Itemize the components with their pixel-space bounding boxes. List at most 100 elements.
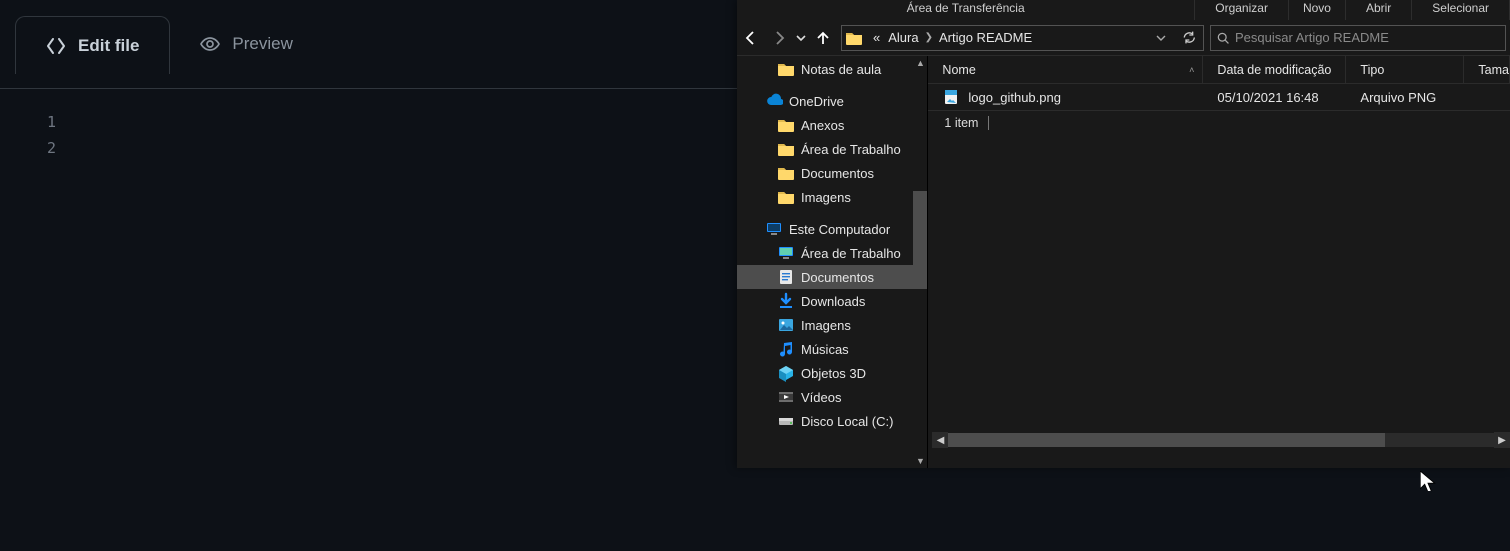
sort-caret-icon: ˄ [1189, 65, 1194, 75]
nav-item-area-trabalho-od[interactable]: Área de Trabalho [737, 137, 927, 161]
pc-icon [765, 220, 783, 238]
nav-item-musicas[interactable]: Músicas [737, 337, 927, 361]
nav-recent-button[interactable] [793, 24, 809, 52]
scroll-down-button[interactable]: ▼ [913, 454, 927, 468]
document-icon [777, 268, 795, 286]
nav-label: Área de Trabalho [801, 142, 901, 157]
file-explorer-window: Área de Transferência Organizar Novo Abr… [737, 0, 1510, 468]
nav-item-area-trabalho-pc[interactable]: Área de Trabalho [737, 241, 927, 265]
chevron-down-icon [796, 33, 806, 43]
video-icon [777, 388, 795, 406]
eye-icon [200, 34, 220, 54]
address-bar-row: « Alura ❯ Artigo README Pesquisar Artigo… [737, 20, 1510, 56]
cloud-icon [765, 92, 783, 110]
search-input[interactable]: Pesquisar Artigo README [1210, 25, 1506, 51]
ribbon-group-labels: Área de Transferência Organizar Novo Abr… [737, 0, 1510, 20]
nav-item-documentos-pc[interactable]: Documentos [737, 265, 927, 289]
tab-label: Preview [232, 34, 292, 54]
file-type: Arquivo PNG [1346, 90, 1464, 105]
code-icon [46, 36, 66, 56]
file-date: 05/10/2021 16:48 [1203, 90, 1346, 105]
chevron-right-icon: ❯ [923, 32, 935, 43]
hscroll-track[interactable] [948, 433, 1494, 447]
column-header-size[interactable]: Tama [1464, 56, 1510, 83]
navigation-pane: ▲ Notas de aula OneDrive Anexos Área [737, 56, 928, 468]
tab-preview[interactable]: Preview [170, 15, 322, 73]
nav-item-anexos[interactable]: Anexos [737, 113, 927, 137]
line-number: 1 [0, 113, 80, 131]
address-bar[interactable]: « Alura ❯ Artigo README [841, 25, 1204, 51]
line-number: 2 [0, 139, 80, 157]
ribbon-group-open: Abrir [1346, 0, 1412, 20]
nav-label: Documentos [801, 166, 874, 181]
ribbon-group-select: Selecionar [1412, 0, 1510, 20]
column-header-date[interactable]: Data de modificação [1203, 56, 1346, 83]
folder-icon [777, 188, 795, 206]
refresh-button[interactable] [1173, 24, 1203, 52]
nav-item-downloads[interactable]: Downloads [737, 289, 927, 313]
nav-item-onedrive[interactable]: OneDrive [737, 89, 927, 113]
image-icon [777, 316, 795, 334]
refresh-icon [1181, 30, 1196, 45]
nav-item-objetos-3d[interactable]: Objetos 3D [737, 361, 927, 385]
nav-item-videos[interactable]: Vídeos [737, 385, 927, 409]
nav-item-imagens-od[interactable]: Imagens [737, 185, 927, 209]
nav-label: Imagens [801, 318, 851, 333]
nav-forward-button[interactable] [765, 24, 793, 52]
arrow-up-icon [815, 30, 831, 46]
status-bar: 1 item [928, 110, 1510, 134]
search-icon [1211, 31, 1235, 45]
hscroll-left-button[interactable]: ◀ [932, 432, 948, 448]
ribbon-group-new: Novo [1289, 0, 1346, 20]
nav-up-button[interactable] [809, 24, 837, 52]
music-icon [777, 340, 795, 358]
nav-item-este-computador[interactable]: Este Computador [737, 217, 927, 241]
folder-icon [777, 140, 795, 158]
column-header-name[interactable]: Nome ˄ [928, 56, 1203, 83]
folder-icon [777, 60, 795, 78]
nav-item-disco-local-c[interactable]: Disco Local (C:) [737, 409, 927, 433]
monitor-icon [777, 244, 795, 262]
arrow-left-icon [743, 30, 759, 46]
navpane-scrollbar-thumb[interactable] [913, 191, 927, 277]
nav-label: Objetos 3D [801, 366, 866, 381]
nav-label: Vídeos [801, 390, 841, 405]
nav-label: OneDrive [789, 94, 844, 109]
breadcrumb-alura[interactable]: Alura [884, 30, 922, 45]
drive-icon [777, 412, 795, 430]
column-header-type[interactable]: Tipo [1346, 56, 1464, 83]
cube-icon [777, 364, 795, 382]
chevron-down-icon [1156, 33, 1166, 43]
tab-edit-file[interactable]: Edit file [15, 16, 170, 74]
png-file-icon [942, 88, 960, 106]
horizontal-scrollbar: ◀ ▶ [932, 432, 1510, 448]
nav-item-documentos-od[interactable]: Documentos [737, 161, 927, 185]
search-placeholder: Pesquisar Artigo README [1235, 30, 1389, 45]
ribbon-group-organize: Organizar [1195, 0, 1289, 20]
breadcrumb-overflow[interactable]: « [869, 30, 884, 45]
status-item-count: 1 item [944, 116, 978, 130]
column-label: Tama [1478, 63, 1509, 77]
ribbon-group-clipboard: Área de Transferência [737, 0, 1195, 20]
column-headers: Nome ˄ Data de modificação Tipo Tama [928, 56, 1510, 84]
nav-label: Este Computador [789, 222, 890, 237]
breadcrumb-artigo-readme[interactable]: Artigo README [935, 30, 1036, 45]
file-list-pane: Nome ˄ Data de modificação Tipo Tama log… [928, 56, 1510, 468]
nav-label: Área de Trabalho [801, 246, 901, 261]
tab-label: Edit file [78, 36, 139, 56]
nav-item-imagens-pc[interactable]: Imagens [737, 313, 927, 337]
hscroll-right-button[interactable]: ▶ [1494, 432, 1510, 448]
nav-back-button[interactable] [737, 24, 765, 52]
hscroll-thumb[interactable] [948, 433, 1384, 447]
column-label: Tipo [1360, 63, 1384, 77]
nav-item-notas-de-aula[interactable]: Notas de aula [737, 57, 927, 81]
arrow-right-icon [771, 30, 787, 46]
nav-label: Notas de aula [801, 62, 881, 77]
file-row[interactable]: logo_github.png 05/10/2021 16:48 Arquivo… [928, 84, 1510, 110]
column-label: Data de modificação [1217, 63, 1331, 77]
column-label: Nome [942, 63, 975, 77]
address-dropdown-button[interactable] [1149, 24, 1173, 52]
nav-label: Downloads [801, 294, 865, 309]
folder-icon [777, 164, 795, 182]
scroll-up-button[interactable]: ▲ [913, 56, 927, 70]
